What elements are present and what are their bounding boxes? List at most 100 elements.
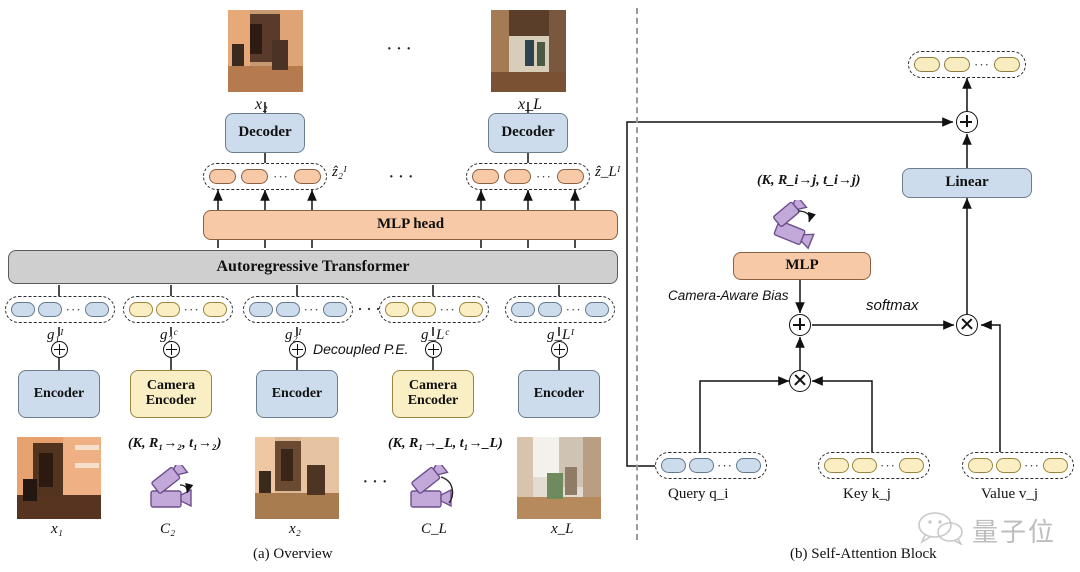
token-ellipsis: ···: [536, 169, 552, 184]
input-token-group-gLC[interactable]: ···: [379, 296, 489, 323]
token-pill: [736, 458, 761, 473]
token-pill: [557, 169, 584, 184]
image-label-x2-top: x₂: [255, 96, 268, 113]
decoupled-pe-label: Decoupled P.E.: [313, 341, 409, 357]
encoder-box-2[interactable]: Encoder: [256, 370, 338, 418]
watermark-text: 量子位: [972, 518, 1057, 548]
encoder-box-3[interactable]: Encoder: [518, 370, 600, 418]
camera-encoder-box-2[interactable]: Camera Encoder: [392, 370, 474, 418]
output-token-group-zL[interactable]: ···: [466, 163, 590, 190]
input-token-group-g2I[interactable]: ···: [243, 296, 353, 323]
token-pill: [241, 169, 268, 184]
token-pill: [294, 169, 321, 184]
plus-icon-pe-5: [551, 341, 568, 358]
token-pill: [11, 302, 35, 317]
camera-label-CL: C_L: [421, 521, 447, 537]
token-pill: [994, 57, 1020, 72]
output-token-group-z2[interactable]: ···: [203, 163, 327, 190]
decoder-box-2[interactable]: Decoder: [488, 113, 568, 153]
input-image-x2: [255, 437, 339, 519]
token-pill: [472, 169, 499, 184]
caption-overview: (a) Overview: [253, 546, 333, 562]
plus-icon-pe-1: [51, 341, 68, 358]
token-pill: [504, 169, 531, 184]
token-pill: [249, 302, 273, 317]
input-token-group-g1I[interactable]: ···: [5, 296, 115, 323]
token-pill: [209, 169, 236, 184]
bias-add-icon: [789, 314, 811, 336]
autoregressive-transformer-bar[interactable]: Autoregressive Transformer: [8, 250, 618, 284]
mlp-box[interactable]: MLP: [733, 252, 871, 280]
plus-icon-pe-3: [289, 341, 306, 358]
token-ellipsis: ···: [303, 302, 320, 317]
token-pill: [944, 57, 970, 72]
token-ellipsis: ···: [273, 169, 289, 184]
token-ellipsis: ···: [880, 458, 896, 473]
attention-weight-multiply-icon: [956, 314, 978, 336]
attention-camera-icon: [773, 200, 816, 250]
token-pill: [322, 302, 347, 317]
key-token-group[interactable]: ···: [818, 452, 930, 479]
output-token-ellipsis: ···: [388, 166, 417, 188]
plus-icon-pe-2: [163, 341, 180, 358]
bottom-input-ellipsis: ···: [362, 471, 391, 493]
mlp-head-bar[interactable]: MLP head: [203, 210, 618, 240]
attention-camera-params-label: (K, R_i→j, t_i→j): [757, 173, 861, 188]
token-pill: [202, 302, 227, 317]
input-image-label-xL: x_L: [551, 521, 574, 537]
value-label: Value v_j: [981, 486, 1039, 502]
decoded-image-xL: [491, 10, 566, 92]
token-pill: [689, 458, 714, 473]
input-token-group-g2C[interactable]: ···: [123, 296, 233, 323]
figure-root: x₂ x_L ··· Decoder Decoder ··· ẑ₂ᴵ ··· ẑ…: [0, 0, 1080, 572]
token-pill: [914, 57, 940, 72]
value-token-group[interactable]: ···: [962, 452, 1074, 479]
decoder-box-1[interactable]: Decoder: [225, 113, 305, 153]
output-token-label-z2: ẑ₂ᴵ: [332, 164, 347, 180]
camera-label-C2: C₂: [160, 521, 176, 537]
output-token-label-zL: ẑ_Lᴵ: [595, 164, 621, 180]
camera-icon-C2: [150, 465, 194, 508]
token-pill: [968, 458, 993, 473]
token-pill: [458, 302, 483, 317]
token-pill: [996, 458, 1021, 473]
camera-params-label-CL: (K, R₁→_L, t₁→_L): [388, 436, 503, 451]
panel-divider: [636, 8, 638, 540]
camera-params-label-C2: (K, R₁→₂, t₁→₂): [128, 436, 222, 451]
token-ellipsis: ···: [717, 458, 733, 473]
camera-encoder-box-1[interactable]: Camera Encoder: [130, 370, 212, 418]
input-token-group-gLI[interactable]: ···: [505, 296, 615, 323]
token-pill: [276, 302, 301, 317]
attention-output-token-group[interactable]: ···: [908, 51, 1026, 78]
token-pill: [584, 302, 609, 317]
token-pill: [661, 458, 686, 473]
token-pill: [899, 458, 924, 473]
linear-box[interactable]: Linear: [902, 168, 1032, 198]
qk-multiply-icon: [789, 370, 811, 392]
watermark-chat-icon: [918, 512, 963, 545]
token-ellipsis: ···: [183, 302, 200, 317]
plus-icon-pe-4: [425, 341, 442, 358]
token-pill: [538, 302, 563, 317]
query-token-group[interactable]: ···: [655, 452, 767, 479]
token-ellipsis: ···: [439, 302, 456, 317]
token-pill: [852, 458, 877, 473]
token-ellipsis: ···: [65, 302, 82, 317]
input-image-label-x2: x₂: [289, 521, 301, 537]
input-image-label-x1: x₁: [51, 521, 63, 537]
top-ellipsis: ···: [386, 38, 415, 60]
token-ellipsis: ···: [1024, 458, 1040, 473]
input-image-xL: [517, 437, 601, 519]
decoded-image-x2: [228, 10, 303, 92]
token-ellipsis: ···: [974, 57, 990, 72]
encoder-box-1[interactable]: Encoder: [18, 370, 100, 418]
token-pill: [511, 302, 535, 317]
residual-add-icon: [956, 111, 978, 133]
input-image-x1: [17, 437, 101, 519]
token-pill: [385, 302, 409, 317]
token-pill: [129, 302, 153, 317]
camera-icon-CL: [410, 465, 454, 508]
caption-self-attention: (b) Self-Attention Block: [790, 546, 937, 562]
token-pill: [38, 302, 63, 317]
image-label-xL-top: x_L: [518, 96, 542, 113]
